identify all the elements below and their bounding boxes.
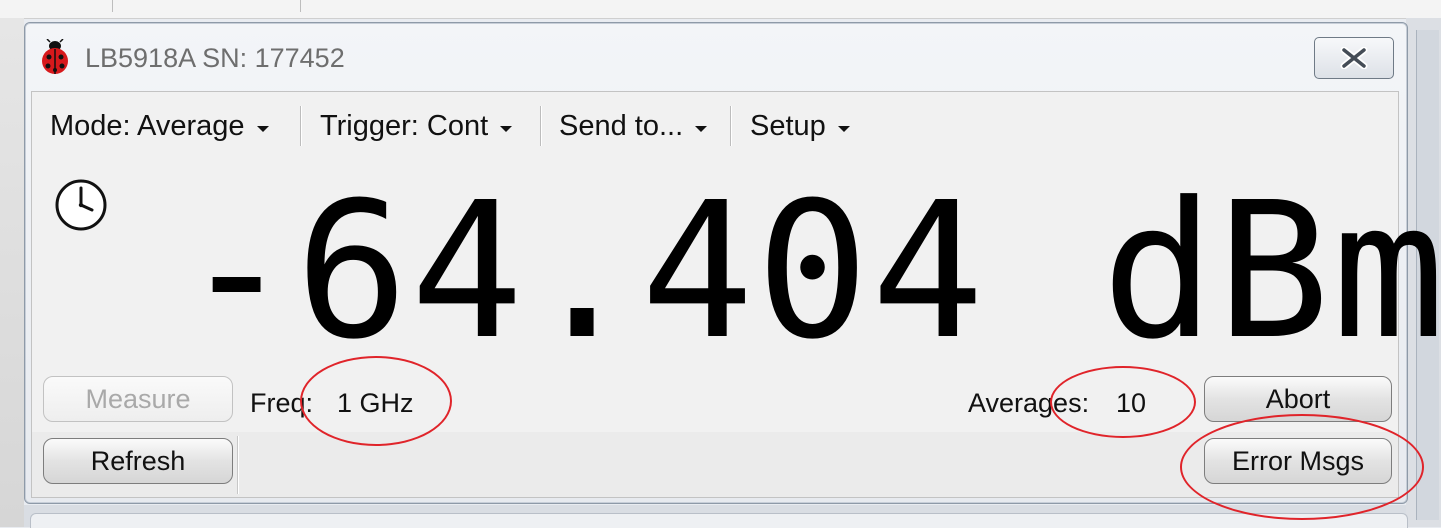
reading-value: -64.404 — [180, 162, 986, 381]
reading-unit: dBm — [1102, 162, 1441, 381]
title-bar[interactable]: LB5918A SN: 177452 — [25, 23, 1407, 89]
menu-toolbar: Mode: Average Trigger: Cont Send to... S… — [32, 92, 1398, 154]
meter-client-area: Mode: Average Trigger: Cont Send to... S… — [31, 91, 1399, 498]
refresh-button[interactable]: Refresh — [43, 438, 233, 484]
toolbar-separator — [300, 106, 301, 146]
annotation-circle-error-msgs — [1180, 414, 1424, 520]
menu-send-to[interactable]: Send to... — [559, 110, 707, 143]
annotation-circle-freq — [300, 356, 452, 446]
strip-divider — [112, 0, 113, 12]
power-meter-window: LB5918A SN: 177452 Mode: Average Trigger… — [24, 22, 1408, 504]
menu-setup[interactable]: Setup — [750, 110, 850, 143]
caret-down-icon — [695, 126, 707, 132]
clock-icon — [54, 178, 108, 232]
status-divider — [237, 436, 238, 494]
background-toolbar-strip — [0, 0, 1441, 19]
window-title: LB5918A SN: 177452 — [85, 43, 345, 74]
caret-down-icon — [257, 126, 269, 132]
caret-down-icon — [500, 126, 512, 132]
close-icon — [1340, 47, 1368, 69]
toolbar-separator — [540, 106, 541, 146]
background-bottom-panel — [30, 513, 1408, 528]
strip-divider — [300, 0, 301, 12]
menu-trigger[interactable]: Trigger: Cont — [320, 110, 512, 143]
menu-mode[interactable]: Mode: Average — [50, 110, 269, 143]
background-left-edge — [0, 18, 24, 527]
menu-setup-label: Setup — [750, 110, 826, 143]
power-reading: -64.404 dBm — [180, 162, 1441, 382]
caret-down-icon — [838, 126, 850, 132]
measure-button[interactable]: Measure — [43, 376, 233, 422]
annotation-circle-averages — [1050, 366, 1196, 438]
menu-send-to-label: Send to... — [559, 110, 683, 143]
close-button[interactable] — [1314, 37, 1394, 79]
menu-trigger-label: Trigger: Cont — [320, 110, 488, 143]
menu-mode-label: Mode: Average — [50, 110, 245, 143]
toolbar-separator — [730, 106, 731, 146]
ladybug-icon — [41, 39, 69, 75]
background-bottom-strip — [24, 505, 1406, 527]
